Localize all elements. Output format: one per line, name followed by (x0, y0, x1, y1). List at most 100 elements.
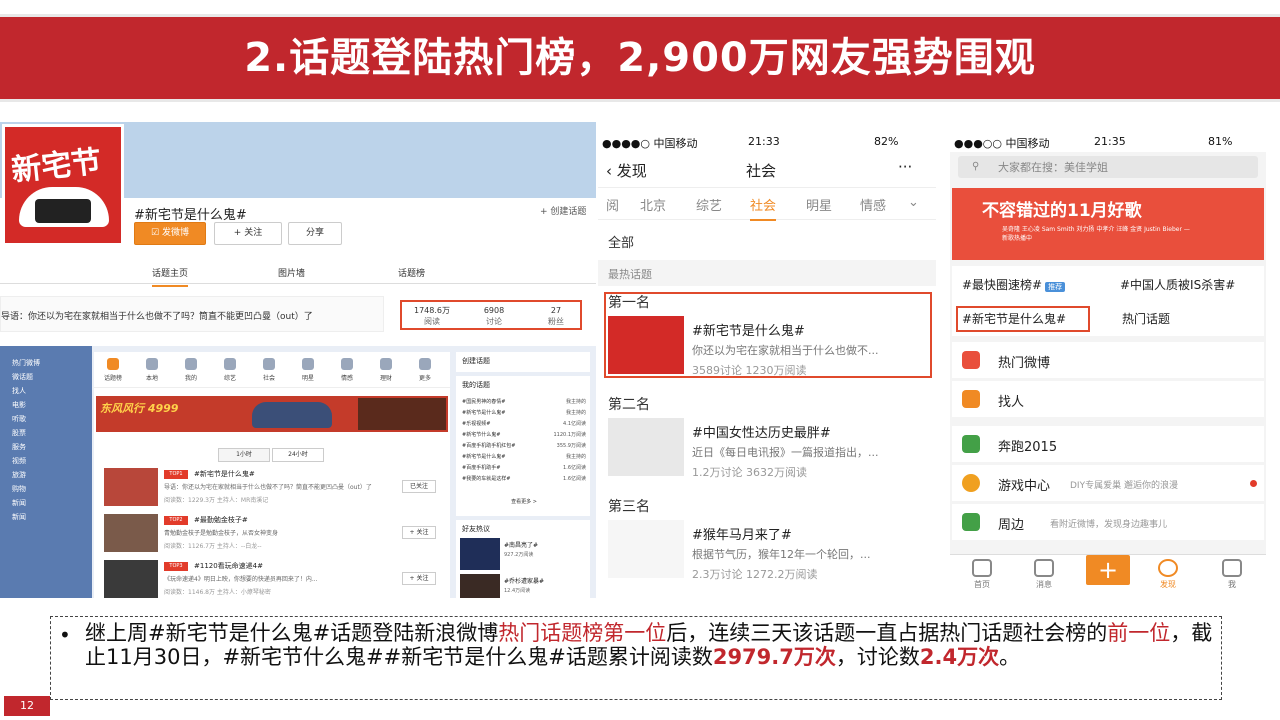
more-icon[interactable]: ··· (898, 158, 912, 176)
my-topic-row[interactable]: #乐视视频# 4.1亿阅读 (462, 420, 586, 427)
tab-topic-rank[interactable]: 话题榜 (398, 266, 425, 279)
compose-button[interactable]: + (1086, 555, 1130, 587)
tab-photo-wall[interactable]: 图片墙 (278, 266, 305, 279)
cat-finance[interactable]: 理财 (371, 358, 401, 382)
hot-item-title[interactable]: #最勤勉金枝子# (194, 515, 248, 525)
run-icon (962, 435, 980, 453)
nav-item[interactable]: 视频 (12, 456, 26, 466)
hot-item-thumb (104, 560, 158, 598)
view-more-link[interactable]: 查看更多 > (462, 498, 586, 505)
ad-banner[interactable]: 东风风行 4999 (96, 396, 448, 432)
rank-desc: 根据节气历，猴年12年一个轮回，... (692, 548, 871, 561)
nav-item[interactable]: 电影 (12, 400, 26, 410)
cat-society[interactable]: 社会 (254, 358, 284, 382)
weibo-hot-list: 热门微博 微话题 找人 电影 听歌 股票 服务 视频 旅游 购物 新闻 新闻 话… (0, 346, 596, 598)
nav-item[interactable]: 旅游 (12, 470, 26, 480)
my-topic-row[interactable]: #百度手机助手机红包# 355.9万阅读 (462, 442, 586, 449)
my-topic-row[interactable]: #我要的车就是这样# 1.6亿阅读 (462, 475, 586, 482)
grid-topic[interactable]: #最快圈速榜# 推荐 (962, 276, 1066, 293)
promo-banner[interactable]: 不容错过的11月好歌 吴奇隆 王心凌 Sam Smith 刘力扬 中孝介 汪峰 … (952, 188, 1264, 260)
nav-item[interactable]: 听歌 (12, 414, 26, 424)
nav-item[interactable]: 找人 (12, 386, 26, 396)
tab-category[interactable]: 情感 (860, 195, 886, 214)
cat-mine[interactable]: 我的 (176, 358, 206, 382)
logo-figure-dark (35, 199, 91, 223)
my-topic-row[interactable]: #新宅节什么鬼# 1120.1万阅读 (462, 431, 586, 438)
create-topic-label[interactable]: 创建话题 (456, 352, 590, 370)
list-item-label: 热门微博 (998, 356, 1051, 371)
list-item-hot-weibo[interactable]: 热门微博 (952, 342, 1264, 378)
tab-topic-home[interactable]: 话题主页 (152, 266, 189, 287)
hot-item-thumb (104, 514, 158, 552)
rank-title[interactable]: #中国女性达历史最胖# (692, 422, 831, 441)
nav-item[interactable]: 购物 (12, 484, 26, 494)
toggle-24h[interactable]: 24小时 (272, 448, 324, 462)
create-topic-link[interactable]: + 创建话题 (540, 204, 586, 217)
friend-topic-title[interactable]: #乔杉遭家暴# (504, 576, 544, 585)
follow-button[interactable]: + 关注 (402, 572, 436, 585)
tab-category[interactable]: 北京 (640, 195, 666, 214)
all-filter[interactable]: 全部 (608, 232, 634, 251)
nav-item[interactable]: 新闻 (12, 512, 26, 522)
rank-title[interactable]: #新宅节是什么鬼# (692, 320, 805, 339)
tab-category[interactable]: 社会 (750, 195, 777, 221)
tab-category[interactable]: 阅 (606, 195, 619, 214)
clock: 21:33 (748, 135, 780, 148)
cat-variety[interactable]: 综艺 (215, 358, 245, 382)
hot-item[interactable]: TOP3 #1120看玩命速递4# 《玩命速递4》明日上映，你想要的快递员再回来… (104, 560, 440, 598)
tab-category[interactable]: 明星 (806, 195, 832, 214)
hot-item[interactable]: TOP2 #最勤勉金枝子# 青勉勤金枝子是勉勤金枝子，从否女神变身 阅读数：11… (104, 514, 440, 554)
friend-topic-title[interactable]: #南昌亮了# (504, 540, 538, 549)
rank-label: 第二名 (608, 397, 650, 413)
followed-button[interactable]: 已关注 (402, 480, 436, 493)
tab-category[interactable]: 综艺 (696, 195, 722, 214)
nav-item[interactable]: 股票 (12, 428, 26, 438)
rank-thumb (608, 316, 684, 374)
list-item-game-center[interactable]: 游戏中心 DIY专属爱巢 邂逅你的浪漫 (952, 465, 1264, 501)
stat-discuss: 6908 讨论 (483, 306, 505, 326)
list-item-nearby[interactable]: 周边 看附近微博，发现身边趣事儿 (952, 504, 1264, 540)
hot-item-title[interactable]: #新宅节是什么鬼# (194, 469, 255, 479)
my-topic-row[interactable]: #百度手机助手# 1.6亿阅读 (462, 464, 586, 471)
rank-title[interactable]: #猴年马月来了# (692, 524, 792, 543)
tab-home[interactable]: 首页 (962, 559, 1002, 590)
nav-item[interactable]: 热门微博 (12, 358, 40, 368)
cat-topic[interactable]: 话题榜 (98, 358, 128, 382)
follow-button[interactable]: + 关注 (402, 526, 436, 539)
chevron-down-icon[interactable]: ⌄ (908, 195, 919, 210)
slide-title: 2.话题登陆热门榜，2,900万网友强势围观 (244, 35, 1036, 81)
list-item-run[interactable]: 奔跑2015 (952, 426, 1264, 462)
nav-item[interactable]: 新闻 (12, 498, 26, 508)
cat-star[interactable]: 明星 (293, 358, 323, 382)
clock: 21:35 (1094, 135, 1126, 148)
list-item-find-people[interactable]: 找人 (952, 381, 1264, 417)
rank-badge: TOP2 (164, 516, 188, 525)
recommend-badge: 推荐 (1045, 282, 1066, 292)
back-button[interactable]: ‹ 发现 (606, 160, 647, 181)
post-weibo-button[interactable]: ☑ 发微博 (134, 222, 206, 245)
nav-item[interactable]: 服务 (12, 442, 26, 452)
my-topic-row[interactable]: #国民男神的春情# 我主持的 (462, 398, 586, 405)
my-topic-row[interactable]: #新宅节是什么鬼# 我主持的 (462, 409, 586, 416)
search-input[interactable]: ⚲ 大家都在搜：美佳学姐 (958, 156, 1258, 178)
cat-emotion[interactable]: 情感 (332, 358, 362, 382)
profile-icon (1222, 559, 1242, 577)
follow-button[interactable]: + 关注 (214, 222, 282, 245)
hot-item[interactable]: TOP1 #新宅节是什么鬼# 导语：你还以为宅在家就相当于什么也做不了吗？筒直不… (104, 468, 440, 508)
my-topic-row[interactable]: #新宅节是什么鬼# 我主持的 (462, 453, 586, 460)
list-item-label: 奔跑2015 (998, 440, 1058, 455)
cat-local[interactable]: 本地 (137, 358, 167, 382)
cat-more[interactable]: 更多 (410, 358, 440, 382)
nav-item[interactable]: 微话题 (12, 372, 33, 382)
share-button[interactable]: 分享 (288, 222, 342, 245)
hot-item-title[interactable]: #1120看玩命速递4# (194, 561, 263, 571)
tab-messages[interactable]: 消息 (1024, 559, 1064, 590)
grid-topic[interactable]: 热门话题 (1122, 310, 1170, 327)
grid-topic[interactable]: #中国人质被IS杀害# (1120, 276, 1235, 293)
mail-icon (1034, 559, 1054, 577)
create-topic-box[interactable]: 创建话题 (456, 352, 590, 372)
friends-title: 好友热议 (462, 525, 490, 533)
tab-discover[interactable]: 发现 (1148, 559, 1188, 590)
toggle-1h[interactable]: 1小时 (218, 448, 270, 462)
tab-me[interactable]: 我 (1212, 559, 1252, 590)
